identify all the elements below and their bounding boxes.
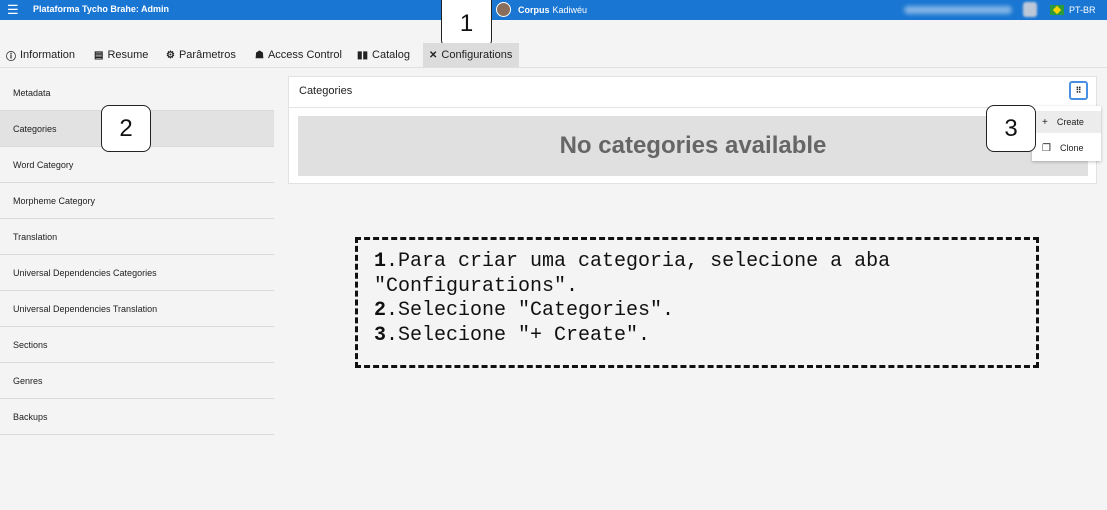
categories-card: Categories No categories available	[288, 76, 1097, 184]
app-title: Plataforma Tycho Brahe: Admin	[33, 4, 170, 14]
sidebar-item-ud-translation[interactable]: Universal Dependencies Translation	[0, 291, 274, 327]
info-icon: ⓘ	[6, 51, 16, 63]
corpus-selector[interactable]: Corpus Kadiwéu	[496, 2, 587, 17]
step-badge-1: 1	[441, 0, 492, 48]
sidebar-item-backups[interactable]: Backups	[0, 399, 274, 435]
brazil-flag-icon[interactable]	[1050, 5, 1064, 15]
sidebar-item-morpheme-category[interactable]: Morpheme Category	[0, 183, 274, 219]
step-text: .Selecione "Categories".	[386, 299, 675, 322]
step-text: .Selecione "+ Create".	[386, 323, 651, 347]
user-avatar[interactable]	[1023, 2, 1037, 17]
tab-label: Catalog	[372, 49, 410, 61]
sidebar-item-ud-categories[interactable]: Universal Dependencies Categories	[0, 255, 274, 291]
card-title: Categories	[299, 85, 353, 97]
tab-label: Parâmetros	[178, 49, 236, 61]
instruction-step-1-cont: "Configurations".	[374, 274, 579, 298]
tab-label: Access Control	[267, 49, 342, 61]
empty-state-message: No categories available	[298, 116, 1088, 176]
plus-icon: +	[1042, 116, 1048, 128]
clone-icon: ❐	[1042, 142, 1051, 154]
tab-label: Resume	[107, 49, 149, 61]
step-number: 1	[374, 250, 387, 273]
create-label: Create	[1056, 117, 1084, 127]
corpus-name: Kadiwéu	[552, 4, 588, 15]
step-number: 3	[374, 323, 387, 347]
users-icon: ☗	[255, 49, 264, 61]
sidebar-item-genres[interactable]: Genres	[0, 363, 274, 399]
instructions-box: 1.Para criar uma categoria, selecione a …	[355, 237, 1039, 368]
card-divider	[289, 107, 1096, 108]
step-badge-2: 2	[101, 105, 151, 152]
step-badge-3: 3	[986, 105, 1036, 152]
tab-parametros[interactable]: ⚙ Parâmetros	[166, 43, 236, 67]
create-menu-item[interactable]: + Create	[1032, 111, 1101, 133]
tab-bar: ⓘ Information ▤ Resume ⚙ Parâmetros ☗ Ac…	[0, 43, 1107, 68]
instruction-step-2: 2.Selecione "Categories".	[374, 299, 1022, 324]
document-icon: ▤	[94, 49, 104, 61]
tab-label: Configurations	[441, 49, 513, 61]
grid-dots-icon[interactable]: ⠿	[1069, 81, 1088, 100]
instruction-step-1: 1.Para criar uma categoria, selecione a …	[374, 250, 1022, 275]
tab-access-control[interactable]: ☗ Access Control	[255, 43, 342, 67]
hamburger-menu-icon[interactable]: ☰	[7, 2, 19, 18]
tab-configurations[interactable]: ✕ Configurations	[423, 43, 520, 67]
user-name-blurred[interactable]	[904, 6, 1012, 14]
tools-icon: ✕	[429, 49, 438, 61]
clone-label: Clone	[1059, 143, 1084, 153]
corpus-label: Corpus	[518, 4, 550, 15]
instruction-step-3: 3.Selecione "+ Create".	[374, 324, 1022, 349]
step-text: .Para criar uma categoria, selecione a a…	[386, 250, 891, 273]
tab-resume[interactable]: ▤ Resume	[94, 43, 148, 67]
top-app-bar: ☰ Plataforma Tycho Brahe: Admin Corpus K…	[0, 0, 1107, 20]
sidebar-item-sections[interactable]: Sections	[0, 327, 274, 363]
sidebar-item-word-category[interactable]: Word Category	[0, 147, 274, 183]
language-label[interactable]: PT-BR	[1069, 5, 1096, 15]
book-icon: ▮▮	[357, 49, 369, 61]
actions-dropdown: + Create ❐ Clone	[1032, 106, 1101, 161]
clone-menu-item[interactable]: ❐ Clone	[1032, 137, 1101, 159]
gears-icon: ⚙	[166, 49, 175, 61]
sidebar-item-translation[interactable]: Translation	[0, 219, 274, 255]
tab-catalog[interactable]: ▮▮ Catalog	[357, 43, 410, 67]
tab-label: Information	[20, 49, 76, 61]
tab-information[interactable]: ⓘ Information	[6, 43, 75, 67]
corpus-avatar	[496, 2, 511, 17]
step-number: 2	[374, 299, 387, 322]
